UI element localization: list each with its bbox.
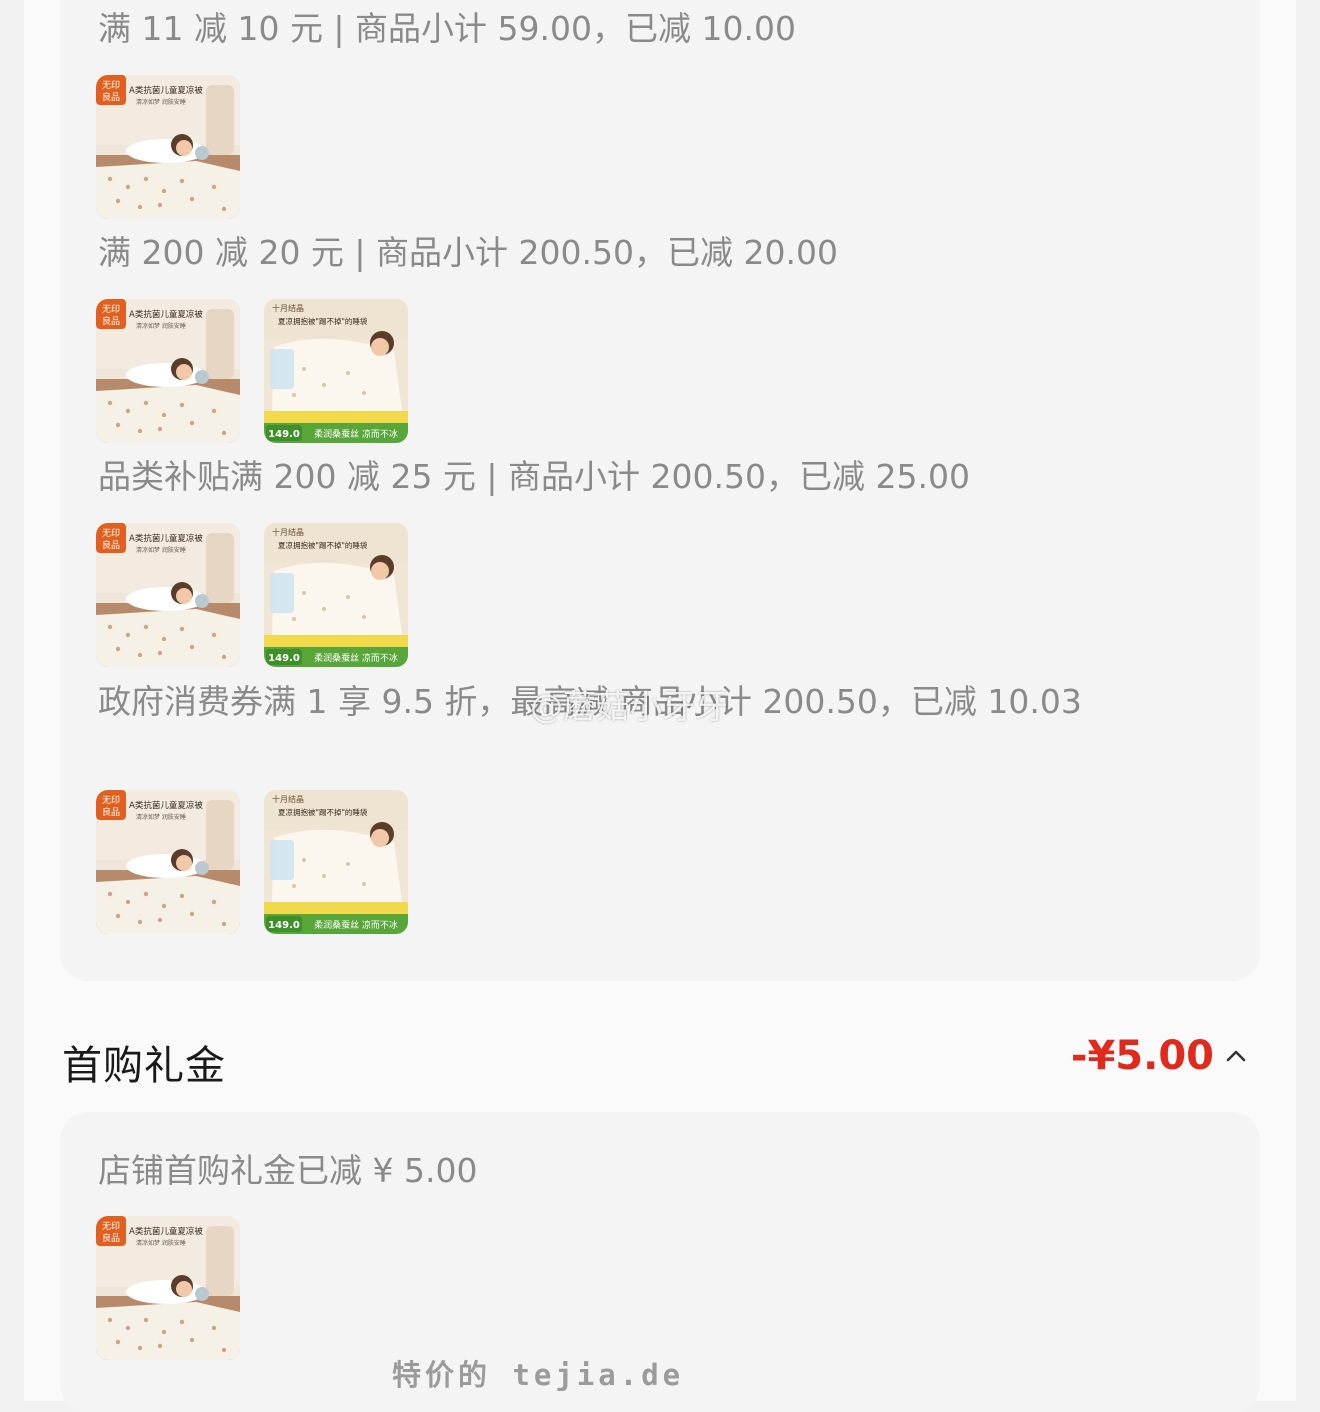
svg-text:良品: 良品 [102,806,120,818]
svg-text:A类抗菌儿童夏凉被: A类抗菌儿童夏凉被 [129,85,203,96]
svg-text:柔润桑蚕丝 凉而不冰: 柔润桑蚕丝 凉而不冰 [314,652,398,664]
discount-1-items: 无印 良品 A类抗菌儿童夏凉被 清凉如梦 润肤安睡 [96,75,240,219]
product-thumb-sleeping-bag[interactable]: 十月结晶 夏凉拥抱被"踢不掉"的睡袋 149.0 柔润桑蚕丝 凉而不冰 [264,299,408,443]
first-purchase-amount: -¥5.00 [1070,1033,1214,1079]
product-thumb-blanket[interactable]: 无印 良品 A类抗菌儿童夏凉被 清凉如梦 润肤安睡 [96,299,240,443]
svg-text:清凉如梦 润肤安睡: 清凉如梦 润肤安睡 [136,322,186,330]
svg-text:无印: 无印 [102,303,120,315]
product-thumb-blanket[interactable]: 无印 良品 A类抗菌儿童夏凉被 清凉如梦 润肤安睡 [96,1216,240,1360]
product-thumb-blanket[interactable]: 无印 良品 A类抗菌儿童夏凉被 清凉如梦 润肤安睡 [96,75,240,219]
first-purchase-detail: 店铺首购礼金已减 ¥ 5.00 [98,1151,478,1190]
product-thumb-blanket[interactable]: 无印 良品 A类抗菌儿童夏凉被 清凉如梦 润肤安睡 [96,523,240,667]
chevron-up-icon[interactable] [1224,1044,1248,1068]
first-purchase-items: 无印 良品 A类抗菌儿童夏凉被 清凉如梦 润肤安睡 [96,1216,240,1360]
svg-text:十月结晶: 十月结晶 [272,303,304,313]
svg-text:良品: 良品 [102,91,120,103]
product-thumb-sleeping-bag[interactable]: 十月结晶 夏凉拥抱被"踢不掉"的睡袋 149.0 柔润桑蚕丝 凉而不冰 [264,790,408,934]
svg-text:良品: 良品 [102,315,120,327]
svg-text:清凉如梦 润肤安睡: 清凉如梦 润肤安睡 [136,546,186,554]
product-thumb-sleeping-bag[interactable]: 十月结晶 夏凉拥抱被"踢不掉"的睡袋 149.0 柔润桑蚕丝 凉而不冰 [264,523,408,667]
discount-line-1: 满 11 减 10 元 | 商品小计 59.00，已减 10.00 [98,9,796,48]
svg-text:夏凉拥抱被"踢不掉"的睡袋: 夏凉拥抱被"踢不掉"的睡袋 [278,807,368,817]
svg-text:十月结晶: 十月结晶 [272,527,304,537]
svg-text:A类抗菌儿童夏凉被: A类抗菌儿童夏凉被 [129,1226,203,1237]
svg-text:A类抗菌儿童夏凉被: A类抗菌儿童夏凉被 [129,309,203,320]
svg-text:无印: 无印 [102,527,120,539]
svg-text:149.0: 149.0 [268,429,300,440]
svg-text:良品: 良品 [102,1232,120,1244]
discount-line-2: 满 200 减 20 元 | 商品小计 200.50，已减 20.00 [98,233,838,272]
svg-text:清凉如梦 润肤安睡: 清凉如梦 润肤安睡 [136,98,186,106]
site-watermark: 特价的 tejia.de [392,1358,685,1392]
discount-4-items: 无印 良品 A类抗菌儿童夏凉被 清凉如梦 润肤安睡 十月结晶 夏凉拥抱被"踢不掉… [96,790,408,934]
product-thumb-blanket[interactable]: 无印 良品 A类抗菌儿童夏凉被 清凉如梦 润肤安睡 [96,790,240,934]
svg-text:无印: 无印 [102,1220,120,1232]
weibo-watermark: @蘑菇小牙牙 [530,687,728,726]
svg-text:149.0: 149.0 [268,920,300,931]
svg-text:良品: 良品 [102,539,120,551]
svg-text:清凉如梦 润肤安睡: 清凉如梦 润肤安睡 [136,1239,186,1247]
svg-text:夏凉拥抱被"踢不掉"的睡袋: 夏凉拥抱被"踢不掉"的睡袋 [278,540,368,550]
discount-2-items: 无印 良品 A类抗菌儿童夏凉被 清凉如梦 润肤安睡 十月结晶 夏凉拥抱被"踢不掉… [96,299,408,443]
svg-text:十月结晶: 十月结晶 [272,794,304,804]
svg-text:149.0: 149.0 [268,653,300,664]
svg-text:夏凉拥抱被"踢不掉"的睡袋: 夏凉拥抱被"踢不掉"的睡袋 [278,316,368,326]
svg-text:柔润桑蚕丝 凉而不冰: 柔润桑蚕丝 凉而不冰 [314,428,398,440]
svg-text:清凉如梦 润肤安睡: 清凉如梦 润肤安睡 [136,813,186,821]
svg-text:A类抗菌儿童夏凉被: A类抗菌儿童夏凉被 [129,800,203,811]
discount-3-items: 无印 良品 A类抗菌儿童夏凉被 清凉如梦 润肤安睡 十月结晶 夏凉拥抱被"踢不掉… [96,523,408,667]
svg-text:柔润桑蚕丝 凉而不冰: 柔润桑蚕丝 凉而不冰 [314,919,398,931]
svg-text:无印: 无印 [102,79,120,91]
first-purchase-title: 首购礼金 [62,1043,226,1089]
svg-text:A类抗菌儿童夏凉被: A类抗菌儿童夏凉被 [129,533,203,544]
discount-line-3: 品类补贴满 200 减 25 元 | 商品小计 200.50，已减 25.00 [98,457,970,496]
svg-text:无印: 无印 [102,794,120,806]
